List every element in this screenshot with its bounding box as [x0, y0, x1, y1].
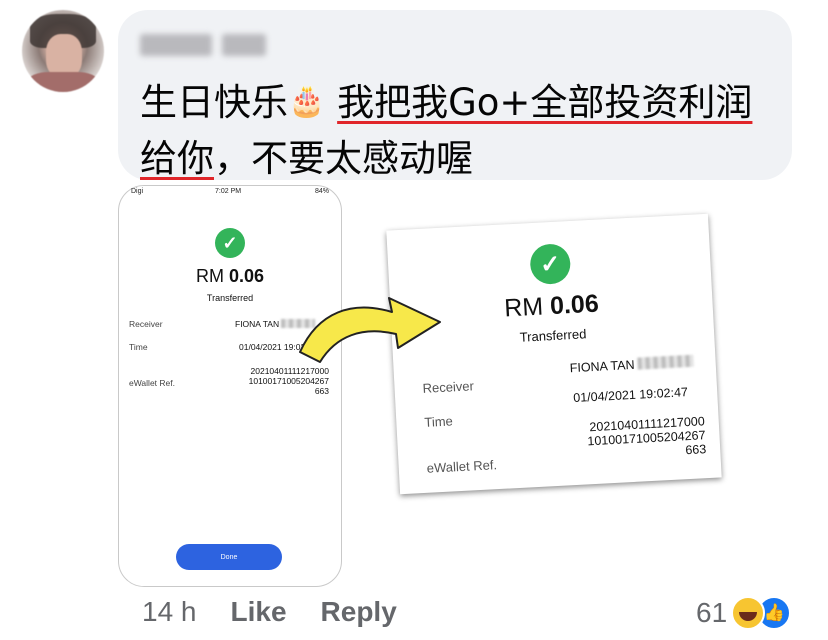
reactions-summary[interactable]: 61 👍 [696, 596, 792, 630]
comment-actions: 14 h Like Reply [142, 596, 397, 628]
comment-timestamp[interactable]: 14 h [142, 596, 197, 628]
reply-button[interactable]: Reply [321, 596, 397, 628]
yellow-arrow-icon [299, 297, 441, 363]
haha-reaction-icon [731, 596, 766, 630]
reaction-count: 61 [696, 597, 728, 628]
facebook-comment: 生日快乐🎂 我把我Go+全部投资利润给你，不要太感动喔 Digi 7:02 PM… [0, 0, 828, 640]
like-button[interactable]: Like [231, 596, 287, 628]
